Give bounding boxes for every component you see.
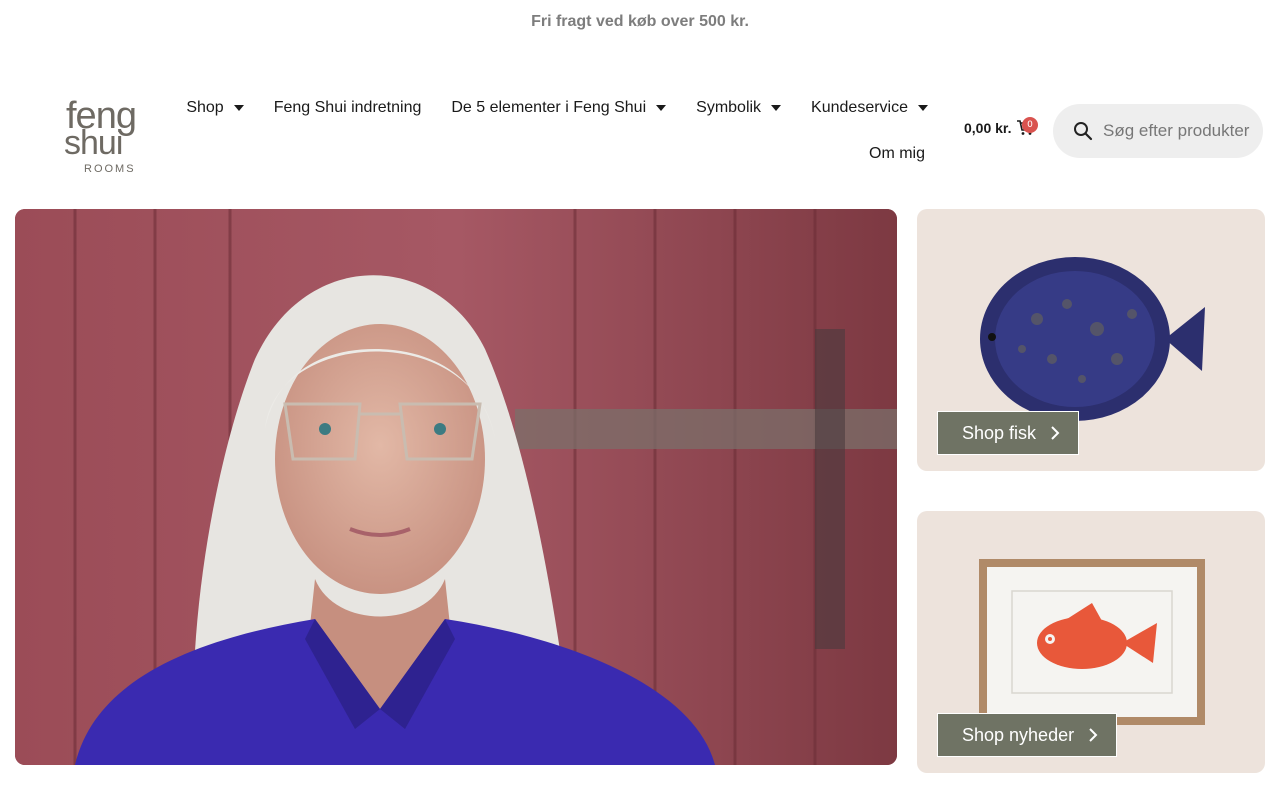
search-icon[interactable]: [1073, 121, 1093, 141]
nav-item-shop[interactable]: Shop: [171, 99, 258, 117]
nav-item-label: Shop: [186, 99, 224, 116]
main-navigation: Shop Feng Shui indretning De 5 elementer…: [186, 88, 943, 180]
brand-logo[interactable]: feng shui ROOMS: [64, 90, 164, 174]
chevron-right-icon: [1089, 728, 1098, 742]
nav-item-label: Om mig: [869, 145, 925, 162]
nav-item-feng-shui-indretning[interactable]: Feng Shui indretning: [259, 99, 437, 117]
nav-item-label: De 5 elementer i Feng Shui: [451, 99, 647, 116]
nav-item-5-elementer[interactable]: De 5 elementer i Feng Shui: [436, 99, 681, 117]
logo-text-rooms: ROOMS: [84, 163, 136, 174]
caret-down-icon: [771, 105, 782, 111]
hero-portrait-illustration: [15, 209, 897, 765]
nav-row-secondary: Om mig: [198, 128, 943, 180]
promo-card-fish[interactable]: Shop fisk: [917, 209, 1265, 471]
caret-down-icon: [656, 105, 667, 111]
shop-fish-label: Shop fisk: [962, 422, 1037, 443]
chevron-right-icon: [1051, 426, 1060, 440]
shop-news-label: Shop nyheder: [962, 724, 1075, 745]
caret-down-icon: [918, 105, 928, 111]
nav-row-primary: Shop Feng Shui indretning De 5 elementer…: [186, 88, 943, 128]
search-input[interactable]: [1103, 121, 1253, 141]
nav-item-kundeservice[interactable]: Kundeservice: [796, 99, 943, 117]
announcement-bar: Fri fragt ved køb over 500 kr.: [0, 0, 1280, 44]
cart-count-badge: 0: [1022, 117, 1038, 133]
shop-news-button[interactable]: Shop nyheder: [937, 713, 1118, 757]
cart-total: 0,00 kr.: [964, 120, 1012, 136]
nav-item-label: Feng Shui indretning: [273, 99, 422, 116]
hero-image: [15, 209, 897, 765]
nav-item-symbolik[interactable]: Symbolik: [681, 99, 796, 117]
nav-item-label: Kundeservice: [811, 99, 908, 116]
search-box: [1053, 104, 1263, 158]
nav-item-om-mig[interactable]: Om mig: [854, 145, 940, 163]
shop-fish-button[interactable]: Shop fisk: [937, 411, 1080, 455]
promo-card-news[interactable]: Shop nyheder: [917, 511, 1265, 773]
logo-text-shui: shui: [64, 124, 122, 162]
announcement-text: Fri fragt ved køb over 500 kr.: [531, 13, 749, 30]
caret-down-icon: [233, 105, 244, 111]
nav-item-label: Symbolik: [696, 99, 762, 116]
